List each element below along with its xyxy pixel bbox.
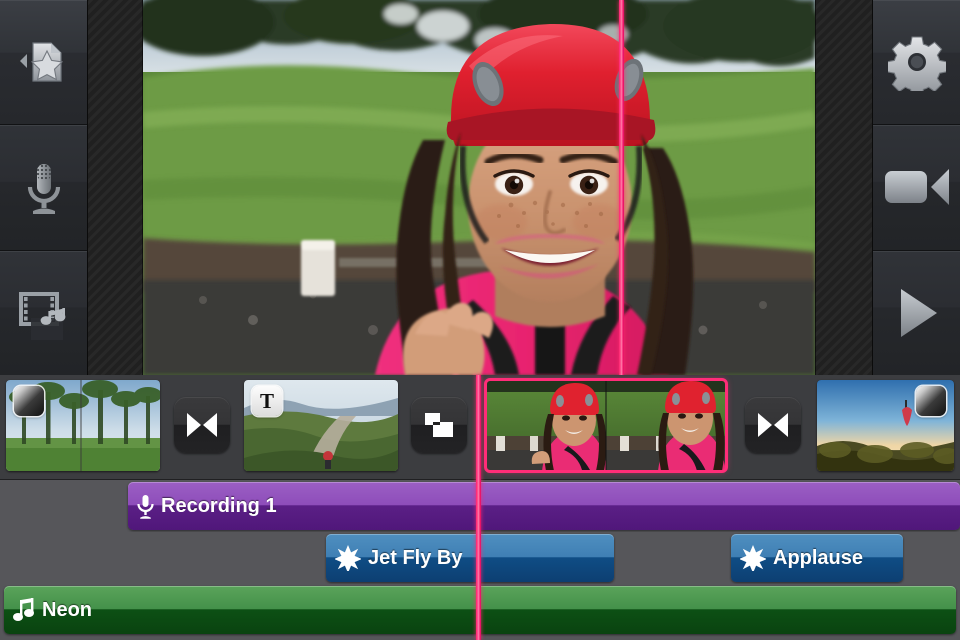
overlap-icon xyxy=(424,412,454,438)
sfx-clip-label: Jet Fly By xyxy=(368,546,463,569)
voiceover-clip[interactable]: Recording 1 xyxy=(128,482,960,530)
gear-icon xyxy=(887,33,946,92)
play-icon xyxy=(891,285,943,341)
filmstrip-music-icon xyxy=(13,282,75,344)
sidebar-item-voiceover[interactable] xyxy=(0,125,87,251)
sidebar-item-play[interactable] xyxy=(873,250,960,375)
imovie-editor: T Recording 1 Jet Fly By Applause Neon xyxy=(0,0,960,640)
transition-button-2[interactable] xyxy=(411,397,467,453)
sfx-clip-jet-fly-by[interactable]: Jet Fly By xyxy=(326,534,614,582)
right-toolbar xyxy=(872,0,960,375)
sidebar-item-audio[interactable] xyxy=(0,250,87,375)
sidebar-item-camera[interactable] xyxy=(873,125,960,251)
title-badge-icon: T xyxy=(252,386,282,416)
sidebar-item-media-library[interactable] xyxy=(0,0,87,126)
timeline-clip-selfie[interactable] xyxy=(484,378,728,473)
playhead[interactable] xyxy=(476,375,481,640)
preview-region xyxy=(0,0,960,375)
timeline-clip-mountain-road[interactable]: T xyxy=(244,380,398,471)
music-note-icon xyxy=(13,598,35,622)
photo-badge-icon xyxy=(916,386,946,416)
timeline-clip-palms[interactable] xyxy=(6,380,160,471)
clip-thumbnail xyxy=(486,380,726,471)
voiceover-clip-label: Recording 1 xyxy=(161,494,277,517)
video-star-icon xyxy=(13,31,75,93)
sidebar-item-project-settings[interactable] xyxy=(873,0,960,126)
transition-button-3[interactable] xyxy=(745,397,801,453)
starburst-icon xyxy=(740,545,766,571)
preview-frame xyxy=(143,0,815,375)
photo-badge-icon xyxy=(14,386,44,416)
microphone-icon xyxy=(16,156,72,218)
transition-button-1[interactable] xyxy=(174,397,230,453)
starburst-icon xyxy=(335,545,361,571)
left-toolbar xyxy=(0,0,88,375)
cross-dissolve-icon xyxy=(186,412,218,438)
timeline-clip-sunset[interactable] xyxy=(817,380,954,471)
video-preview[interactable] xyxy=(143,0,815,375)
video-camera-icon xyxy=(882,164,952,210)
timeline[interactable]: T Recording 1 Jet Fly By Applause Neon xyxy=(0,375,960,640)
microphone-icon xyxy=(137,494,154,519)
music-clip-label: Neon xyxy=(42,598,92,621)
sfx-clip-applause[interactable]: Applause xyxy=(731,534,903,582)
sfx-clip-label: Applause xyxy=(773,546,864,569)
cross-dissolve-icon xyxy=(757,412,789,438)
